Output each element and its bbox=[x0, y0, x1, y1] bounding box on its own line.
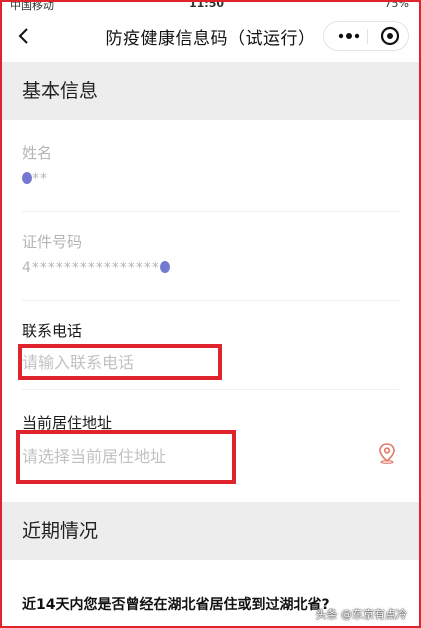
name-label: 姓名 bbox=[22, 144, 53, 162]
battery-label: 75% bbox=[384, 2, 409, 10]
id-number-value-text: 4**************** bbox=[22, 260, 160, 276]
divider bbox=[22, 211, 399, 212]
highlight-box-address bbox=[16, 430, 236, 484]
highlight-box-phone bbox=[18, 344, 222, 380]
name-value: ** bbox=[22, 171, 398, 187]
location-pin-icon[interactable] bbox=[377, 442, 397, 464]
id-number-field: 证件号码 4**************** bbox=[22, 231, 398, 276]
id-number-label: 证件号码 bbox=[22, 233, 83, 251]
more-icon[interactable] bbox=[332, 22, 366, 50]
divider bbox=[22, 389, 399, 390]
mini-program-capsule bbox=[323, 21, 409, 51]
name-value-text: ** bbox=[32, 171, 48, 187]
watermark: 头条 @东京有点冷 bbox=[315, 608, 408, 621]
close-circle-icon[interactable] bbox=[374, 22, 406, 50]
carrier-label: 中国移动 bbox=[10, 2, 54, 12]
id-number-value: 4**************** bbox=[22, 260, 398, 276]
section-header-recent-status: 近期情况 bbox=[2, 502, 419, 560]
privacy-mask-icon bbox=[159, 261, 170, 273]
privacy-mask-icon bbox=[22, 172, 32, 184]
section-header-basic-info: 基本信息 bbox=[2, 62, 419, 120]
capsule-divider bbox=[367, 29, 368, 44]
nav-bar: 防疫健康信息码（试运行） bbox=[2, 12, 419, 60]
divider bbox=[22, 300, 399, 301]
status-time: 11:50 bbox=[189, 2, 225, 10]
hubei-question: 近14天内您是否曾经在湖北省居住或到过湖北省? bbox=[22, 597, 330, 613]
phone-label: 联系电话 bbox=[22, 322, 83, 340]
name-field: 姓名 ** bbox=[22, 142, 398, 187]
status-bar: 中国移动 11:50 75% bbox=[2, 2, 419, 12]
